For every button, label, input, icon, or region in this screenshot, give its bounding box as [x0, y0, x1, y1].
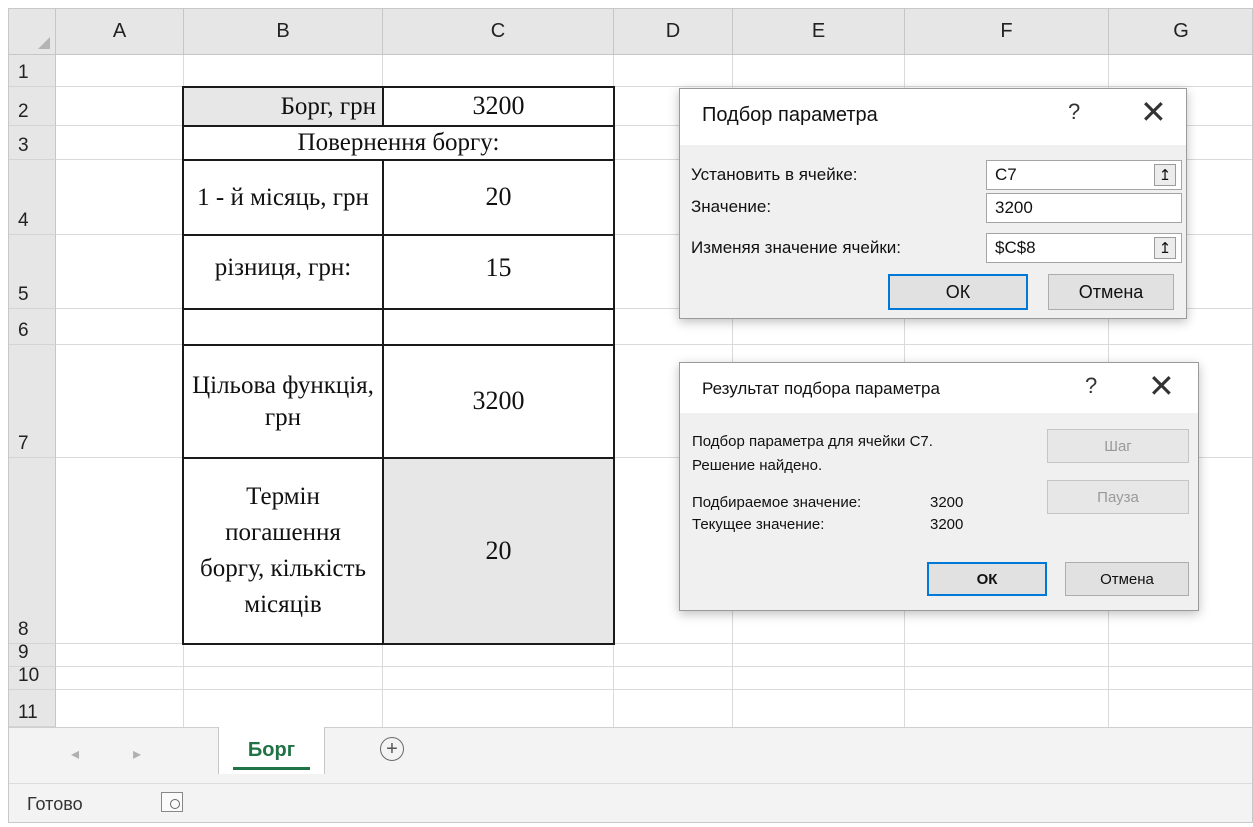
scroll-left-icon[interactable]: ◂ [71, 744, 79, 764]
row-header-7[interactable]: 7 [9, 345, 56, 458]
select-all-triangle-icon [38, 37, 50, 49]
cell-b4[interactable]: 1 - й місяць, грн [182, 159, 384, 236]
pause-button[interactable]: Пауза [1047, 480, 1189, 514]
row-header-8[interactable]: 8 [9, 458, 56, 644]
row-header-1[interactable]: 1 [9, 55, 56, 87]
status-message-line2: Решение найдено. [692, 457, 823, 474]
row-header-5[interactable]: 5 [9, 235, 56, 309]
close-icon[interactable]: ✕ [1148, 367, 1175, 405]
row-header-4[interactable]: 4 [9, 160, 56, 235]
changing-cell-input[interactable]: $C$8 [986, 233, 1182, 263]
set-cell-label: Установить в ячейке: [691, 165, 858, 184]
cell-c6[interactable] [382, 308, 615, 346]
close-icon[interactable]: ✕ [1140, 93, 1167, 131]
help-icon[interactable]: ? [1085, 373, 1097, 399]
column-header-c[interactable]: C [383, 9, 614, 55]
cell-b6[interactable] [182, 308, 384, 346]
sheet-tab-label: Борг [247, 739, 296, 761]
set-cell-input[interactable]: C7 [986, 160, 1182, 190]
cancel-button[interactable]: Отмена [1065, 562, 1189, 596]
column-header-a[interactable]: A [56, 9, 184, 55]
cell-b2[interactable]: Борг, грн [182, 86, 384, 127]
ref-collapse-icon[interactable]: ↥ [1154, 237, 1176, 259]
gridline [56, 689, 1252, 690]
sheet-tab-bar: ◂ ▸ Борг + [9, 727, 1252, 783]
target-value: 3200 [930, 494, 964, 511]
row-header-2[interactable]: 2 [9, 87, 56, 126]
cancel-button[interactable]: Отмена [1048, 274, 1174, 310]
status-bar: Готово [9, 783, 1252, 822]
row-header-11[interactable]: 11 [9, 690, 56, 727]
to-value-input[interactable]: 3200 [986, 193, 1182, 223]
goal-seek-status-title: Результат подбора параметра [702, 379, 940, 398]
column-header-b[interactable]: B [184, 9, 383, 55]
row-header-9[interactable]: 9 [9, 642, 56, 667]
cell-b3-merged[interactable]: Повернення боргу: [182, 125, 615, 161]
to-value-label: Значение: [691, 197, 772, 216]
status-ready: Готово [27, 794, 83, 814]
macro-record-icon[interactable] [161, 792, 183, 812]
select-all-corner[interactable] [9, 9, 56, 55]
current-value: 3200 [930, 516, 964, 533]
ref-collapse-icon[interactable]: ↥ [1154, 164, 1176, 186]
cell-b8[interactable]: Термін погашення боргу, кількість місяці… [182, 457, 384, 645]
add-sheet-icon[interactable]: + [380, 737, 404, 761]
row-header-10[interactable]: 10 [9, 665, 56, 690]
row-header-6[interactable]: 6 [9, 309, 56, 345]
ok-button[interactable]: ОК [888, 274, 1028, 310]
scroll-right-icon[interactable]: ▸ [133, 744, 141, 764]
sheet-tab-borh[interactable]: Борг [218, 727, 325, 774]
goal-seek-status-dialog: Результат подбора параметра ? ✕ Подбор п… [679, 362, 1199, 611]
cell-c8[interactable]: 20 [382, 457, 615, 645]
cell-b5[interactable]: різниця, грн: [182, 234, 384, 310]
cell-b7[interactable]: Цільова функція, грн [182, 344, 384, 459]
step-button[interactable]: Шаг [1047, 429, 1189, 463]
cell-c2[interactable]: 3200 [382, 86, 615, 127]
cell-c4[interactable]: 20 [382, 159, 615, 236]
cell-c7[interactable]: 3200 [382, 344, 615, 459]
current-value-label: Текущее значение: [692, 516, 825, 533]
row-header-3[interactable]: 3 [9, 126, 56, 160]
column-header-d[interactable]: D [614, 9, 733, 55]
sheet-tab-underline [233, 767, 310, 770]
column-header-f[interactable]: F [905, 9, 1109, 55]
help-icon[interactable]: ? [1068, 99, 1080, 125]
column-header-g[interactable]: G [1109, 9, 1252, 55]
goal-seek-dialog: Подбор параметра ? ✕ Установить в ячейке… [679, 88, 1187, 319]
goal-seek-title: Подбор параметра [702, 104, 878, 126]
cell-c5[interactable]: 15 [382, 234, 615, 310]
column-header-e[interactable]: E [733, 9, 905, 55]
changing-cell-label: Изменяя значение ячейки: [691, 238, 901, 257]
goal-seek-status-titlebar: Результат подбора параметра ? ✕ [680, 363, 1198, 413]
target-value-label: Подбираемое значение: [692, 494, 862, 511]
ok-button[interactable]: ОК [927, 562, 1047, 596]
excel-window: A B C D E F G 1 2 3 4 5 6 7 8 9 10 11 Бо… [8, 8, 1253, 823]
goal-seek-titlebar: Подбор параметра ? ✕ [680, 89, 1186, 145]
gridline [56, 666, 1252, 667]
status-message-line1: Подбор параметра для ячейки C7. [692, 433, 933, 450]
